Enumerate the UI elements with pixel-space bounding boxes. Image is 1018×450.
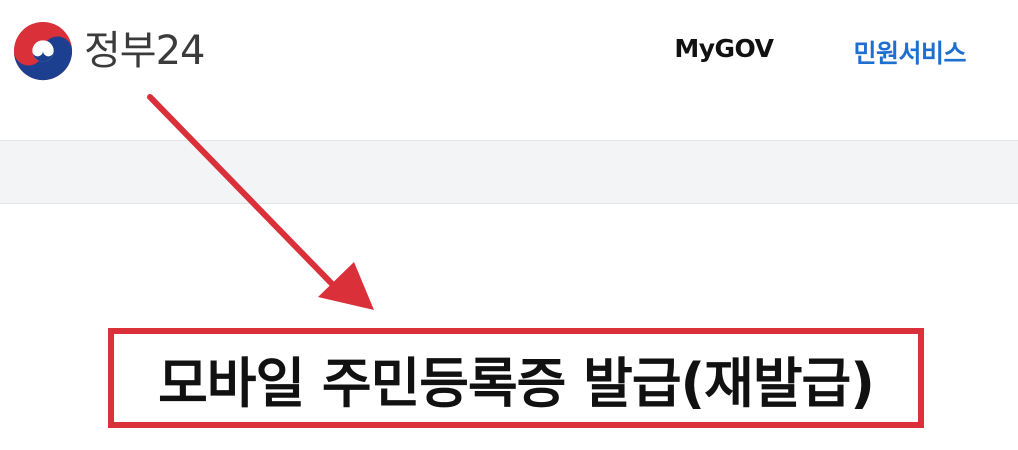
nav-item-civil-services[interactable]: 민원서비스 [853,34,966,70]
page-title: 모바일 주민등록증 발급(재발급) [158,351,875,415]
page: 정부24 MyGOV 민원서비스 모바일 주민등록증 발급(재발급) [0,0,1018,450]
nav-item-mygov[interactable]: MyGOV [674,34,774,70]
logo-text: 정부24 [84,28,205,74]
main-nav: MyGOV 민원서비스 [674,34,966,70]
site-header: 정부24 MyGOV 민원서비스 [0,0,1018,108]
gov24-logo-link[interactable]: 정부24 [12,20,205,82]
korea-government-emblem-icon [13,21,73,81]
sub-navigation-band [0,140,1018,204]
headline-highlight-box: 모바일 주민등록증 발급(재발급) [108,328,924,428]
